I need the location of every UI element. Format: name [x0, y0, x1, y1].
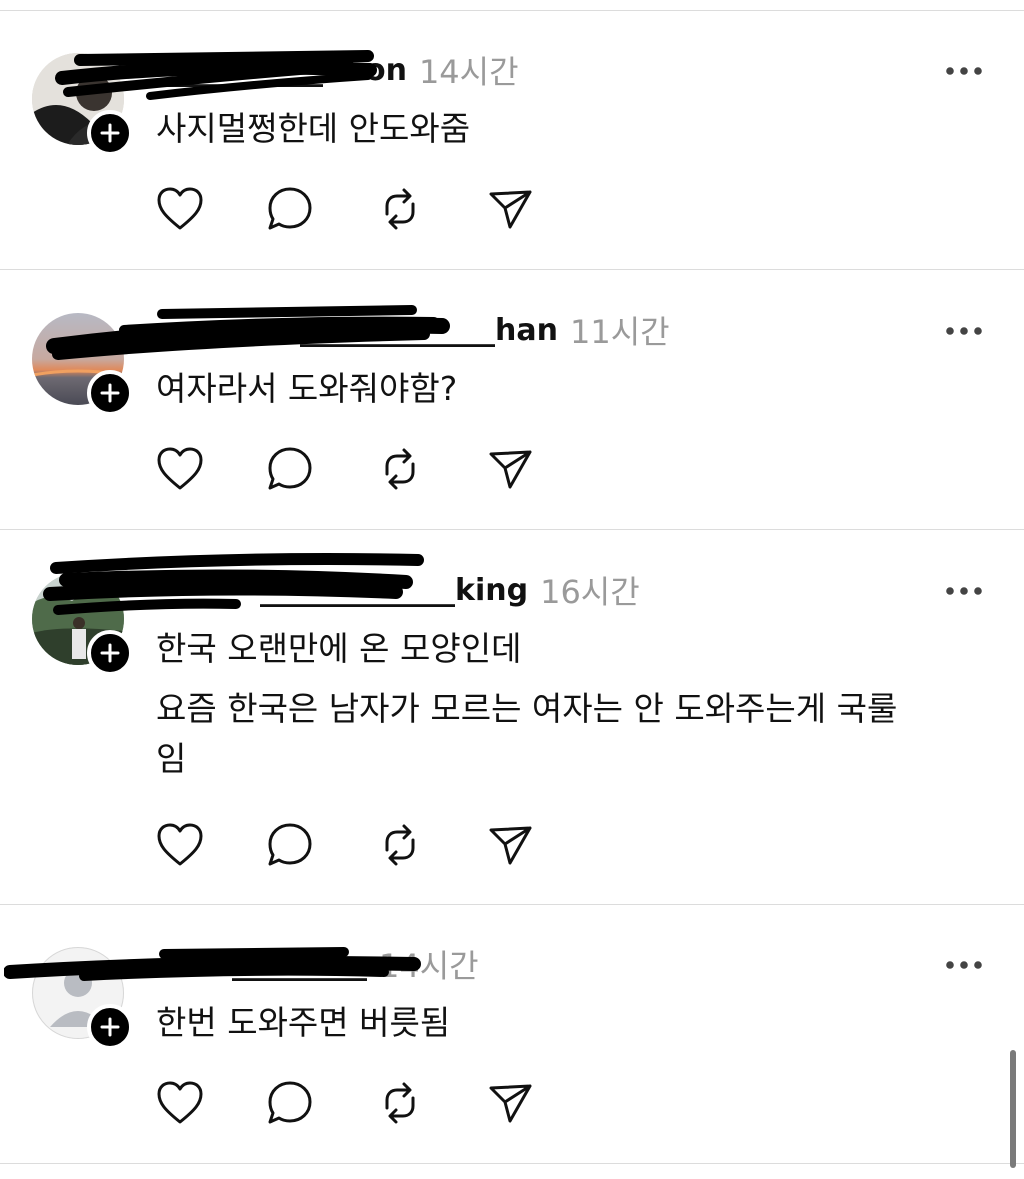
post-time: 11시간 — [569, 313, 670, 351]
send-icon[interactable] — [485, 1078, 535, 1128]
username[interactable]: _________ — [232, 947, 367, 982]
plus-icon — [100, 383, 120, 403]
post-body: 사지멀쩡한데 안도와줌 — [156, 100, 986, 158]
post-text-line: 사지멀쩡한데 안도와줌 — [156, 109, 471, 148]
post-time: 14시간 — [379, 947, 479, 985]
more-icon[interactable] — [940, 321, 988, 341]
send-icon[interactable] — [485, 184, 535, 234]
post-text-line: 여자라서 도와줘야함? — [156, 369, 458, 408]
heart-icon[interactable] — [155, 444, 205, 494]
username[interactable]: ___________hoon — [158, 53, 407, 88]
heart-icon[interactable] — [155, 184, 205, 234]
repost-icon[interactable] — [375, 1078, 425, 1128]
post-text-line: 요즘 한국은 남자가 모르는 여자는 안 도와주는게 국룰 — [156, 689, 898, 728]
post-divider — [0, 904, 1024, 905]
comment-icon[interactable] — [265, 820, 315, 870]
post-text-line: 임 — [156, 739, 187, 778]
post-divider — [0, 10, 1024, 11]
more-icon[interactable] — [940, 581, 988, 601]
post-text-line: 한번 도와주면 버릇됨 — [156, 1003, 451, 1042]
repost-icon[interactable] — [375, 820, 425, 870]
post-body: 여자라서 도와줘야함? — [156, 360, 986, 418]
username[interactable]: _____________king — [260, 573, 528, 608]
more-icon[interactable] — [940, 61, 988, 81]
follow-button[interactable] — [87, 370, 133, 416]
comment-icon[interactable] — [265, 184, 315, 234]
plus-icon — [100, 643, 120, 663]
heart-icon[interactable] — [155, 1078, 205, 1128]
more-icon[interactable] — [940, 955, 988, 975]
post-text-line: 한국 오랜만에 온 모양인데 — [156, 629, 522, 668]
post-time: 16시간 — [540, 573, 640, 611]
follow-button[interactable] — [87, 110, 133, 156]
plus-icon — [100, 123, 120, 143]
post-body: 한번 도와주면 버릇됨 — [156, 994, 986, 1052]
comment-icon[interactable] — [265, 444, 315, 494]
send-icon[interactable] — [485, 820, 535, 870]
plus-icon — [100, 1017, 120, 1037]
scrollbar-thumb[interactable] — [1010, 1050, 1016, 1168]
post-divider — [0, 529, 1024, 530]
repost-icon[interactable] — [375, 184, 425, 234]
repost-icon[interactable] — [375, 444, 425, 494]
username[interactable]: _____________han — [300, 313, 558, 348]
send-icon[interactable] — [485, 444, 535, 494]
follow-button[interactable] — [87, 1004, 133, 1050]
post-divider — [0, 1163, 1024, 1164]
post-body: 한국 오랜만에 온 모양인데 요즘 한국은 남자가 모르는 여자는 안 도와주는… — [156, 620, 986, 788]
post-divider — [0, 269, 1024, 270]
heart-icon[interactable] — [155, 820, 205, 870]
follow-button[interactable] — [87, 630, 133, 676]
post-time: 14시간 — [418, 53, 519, 91]
comment-icon[interactable] — [265, 1078, 315, 1128]
